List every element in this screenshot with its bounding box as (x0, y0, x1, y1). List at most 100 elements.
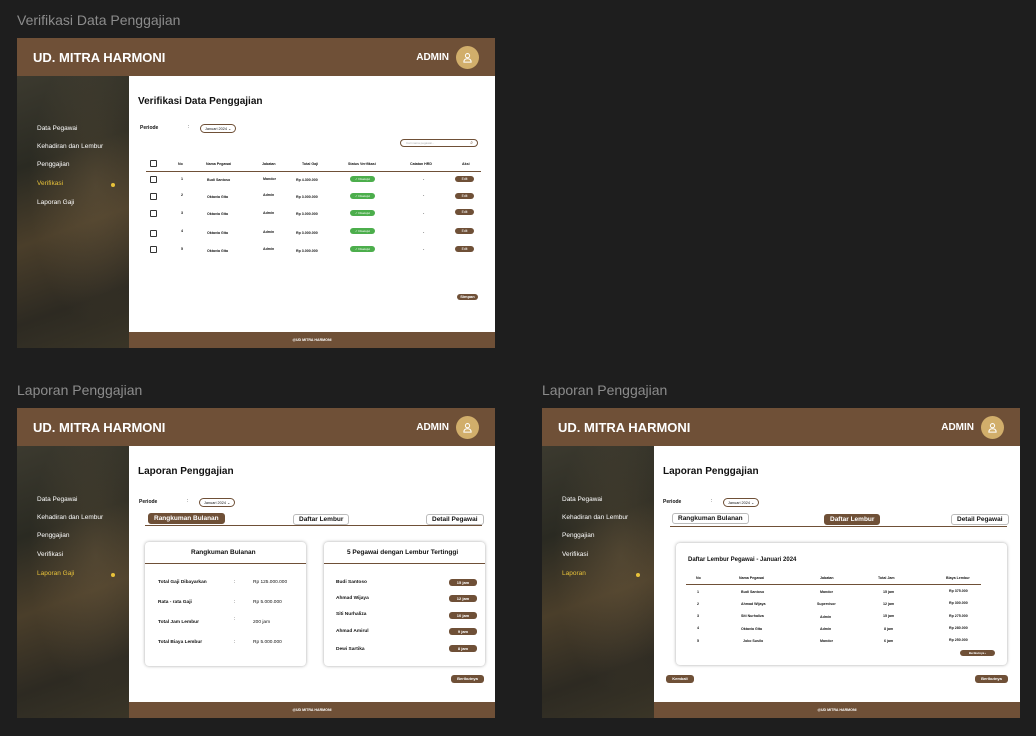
nav-penggajian[interactable]: Penggajian (37, 532, 70, 539)
footer: @UD MITRA HARMONI (129, 332, 495, 348)
cell-no: 2 (181, 193, 183, 197)
table-header-divider (686, 584, 981, 585)
tab-divider (670, 526, 1007, 527)
search-input[interactable]: Cari nama pegawai... ⌕ (400, 139, 478, 147)
nav-penggajian[interactable]: Penggajian (37, 161, 70, 168)
laporan-lembur-frame: UD. MITRA HARMONI ADMIN Data Pegawai Keh… (542, 408, 1020, 718)
col-nama: Nama Pegawai (206, 162, 232, 166)
row-checkbox[interactable] (150, 176, 157, 183)
periode-value: Januari 2024 (205, 127, 227, 131)
cell-jam: 6 jam (884, 639, 894, 643)
cell-jam: 15 jam (883, 614, 895, 618)
app-header: UD. MITRA HARMONI ADMIN (17, 408, 495, 446)
summary-value: Rp 125.000.000 (253, 580, 288, 585)
top-lembur-card: 5 Pegawai dengan Lembur Tertinggi Budi S… (324, 542, 485, 666)
nav-kehadiran-lembur[interactable]: Kehadiran dan Lembur (562, 514, 628, 521)
summary-value: 200 jam (253, 620, 271, 625)
cell-catatan: - (423, 230, 425, 234)
periode-value: Januari 2024 (728, 501, 750, 505)
cell-no: 3 (697, 614, 699, 618)
nav-kehadiran-lembur[interactable]: Kehadiran dan Lembur (37, 143, 103, 150)
simpan-button[interactable]: Simpan (457, 294, 478, 300)
search-placeholder: Cari nama pegawai... (406, 141, 435, 145)
employee-name: Ahmad Amirul (336, 629, 369, 634)
nav-kehadiran-lembur[interactable]: Kehadiran dan Lembur (37, 514, 103, 521)
berikutnya-button[interactable]: Berikutnya (451, 675, 484, 683)
cell-catatan: - (423, 193, 425, 197)
frame-title: Laporan Penggajian (17, 382, 143, 398)
user-avatar-icon[interactable] (981, 416, 1004, 439)
row-checkbox[interactable] (150, 246, 157, 253)
tab-divider (145, 525, 482, 526)
row-checkbox[interactable] (150, 210, 157, 217)
daftar-lembur-card: Daftar Lembur Pegawai - Januari 2024 No … (676, 543, 1007, 665)
nav-penggajian[interactable]: Penggajian (562, 532, 595, 539)
employee-name: Budi Santoso (336, 580, 367, 585)
main-content: Laporan Penggajian Periode : Januari 202… (654, 446, 1020, 702)
user-avatar-icon[interactable] (456, 416, 479, 439)
brand-title: UD. MITRA HARMONI (33, 50, 166, 65)
admin-label: ADMIN (941, 422, 974, 433)
nav-verifikasi[interactable]: Verifikasi (37, 551, 63, 558)
employee-name: Ahmad Wijaya (336, 596, 369, 601)
col-no: No (178, 162, 183, 166)
tab-detail-pegawai[interactable]: Detail Pegawai (951, 514, 1009, 525)
cell-jam: 12 jam (883, 602, 895, 606)
jam-badge: 15 jam (449, 579, 477, 586)
col-no: No (696, 576, 701, 580)
periode-select[interactable]: Januari 2024 ⌄ (723, 498, 760, 507)
periode-label: Periode (139, 499, 158, 505)
nav-data-pegawai[interactable]: Data Pegawai (37, 125, 77, 132)
active-indicator (636, 573, 640, 577)
edit-button[interactable]: Edit (455, 246, 474, 252)
cell-nama: Oktavia Gita (741, 627, 762, 631)
edit-button[interactable]: Edit (455, 228, 474, 234)
nav-verifikasi[interactable]: Verifikasi (37, 180, 63, 187)
periode-value: Januari 2024 (204, 501, 226, 505)
inner-berikutnya-button[interactable]: Berikutnya › (960, 650, 995, 656)
row-checkbox[interactable] (150, 193, 157, 200)
nav-data-pegawai[interactable]: Data Pegawai (37, 496, 77, 503)
colon: : (711, 498, 713, 504)
edit-button[interactable]: Edit (455, 193, 474, 199)
nav-laporan-gaji[interactable]: Laporan Gaji (37, 199, 74, 206)
select-all-checkbox[interactable] (150, 160, 157, 167)
jam-badge: 10 jam (449, 612, 477, 619)
nav-laporan[interactable]: Laporan (562, 570, 586, 577)
card-title: 5 Pegawai dengan Lembur Tertinggi (347, 549, 459, 556)
sidebar: Data Pegawai Kehadiran dan Lembur Pengga… (17, 446, 129, 718)
tab-detail-pegawai[interactable]: Detail Pegawai (426, 514, 484, 525)
verifikasi-frame: UD. MITRA HARMONI ADMIN Data Pegawai Keh… (17, 38, 495, 348)
tab-daftar-lembur[interactable]: Daftar Lembur (824, 514, 881, 525)
user-avatar-icon[interactable] (456, 46, 479, 69)
page-title: Laporan Penggajian (138, 466, 234, 477)
tab-rangkuman-bulanan[interactable]: Rangkuman Bulanan (148, 513, 225, 524)
col-catatan: Catatan HRD (410, 162, 432, 166)
tab-daftar-lembur[interactable]: Daftar Lembur (293, 514, 350, 525)
edit-button[interactable]: Edit (455, 209, 474, 215)
cell-no: 1 (181, 177, 183, 181)
nav-verifikasi[interactable]: Verifikasi (562, 551, 588, 558)
cell-biaya: Rp 275.000 (949, 614, 968, 618)
search-icon: ⌕ (470, 140, 473, 146)
nav-data-pegawai[interactable]: Data Pegawai (562, 496, 602, 503)
periode-select[interactable]: Januari 2024 ⌄ (199, 498, 236, 507)
page-title: Verifikasi Data Penggajian (138, 96, 263, 107)
tab-rangkuman-bulanan[interactable]: Rangkuman Bulanan (672, 513, 749, 524)
laporan-rangkuman-frame: UD. MITRA HARMONI ADMIN Data Pegawai Keh… (17, 408, 495, 718)
main-content: Laporan Penggajian Periode : Januari 202… (129, 446, 495, 702)
cell-no: 5 (697, 639, 699, 643)
row-checkbox[interactable] (150, 230, 157, 237)
periode-select[interactable]: Januari 2024 ⌄ (200, 124, 237, 133)
kembali-button[interactable]: Kembali (666, 675, 694, 683)
cell-jabatan: Admin (263, 230, 275, 234)
card-title: Daftar Lembur Pegawai - Januari 2024 (688, 557, 797, 563)
cell-no: 3 (181, 211, 183, 215)
edit-button[interactable]: Edit (455, 176, 474, 182)
berikutnya-button[interactable]: Berikutnya (975, 675, 1008, 683)
cell-gaji: Rp 3.000.000 (296, 195, 318, 199)
active-indicator (111, 183, 115, 187)
nav-laporan-gaji[interactable]: Laporan Gaji (37, 570, 74, 577)
status-badge: ✓ Disetujui (350, 246, 375, 252)
cell-jabatan: Admin (263, 211, 275, 215)
